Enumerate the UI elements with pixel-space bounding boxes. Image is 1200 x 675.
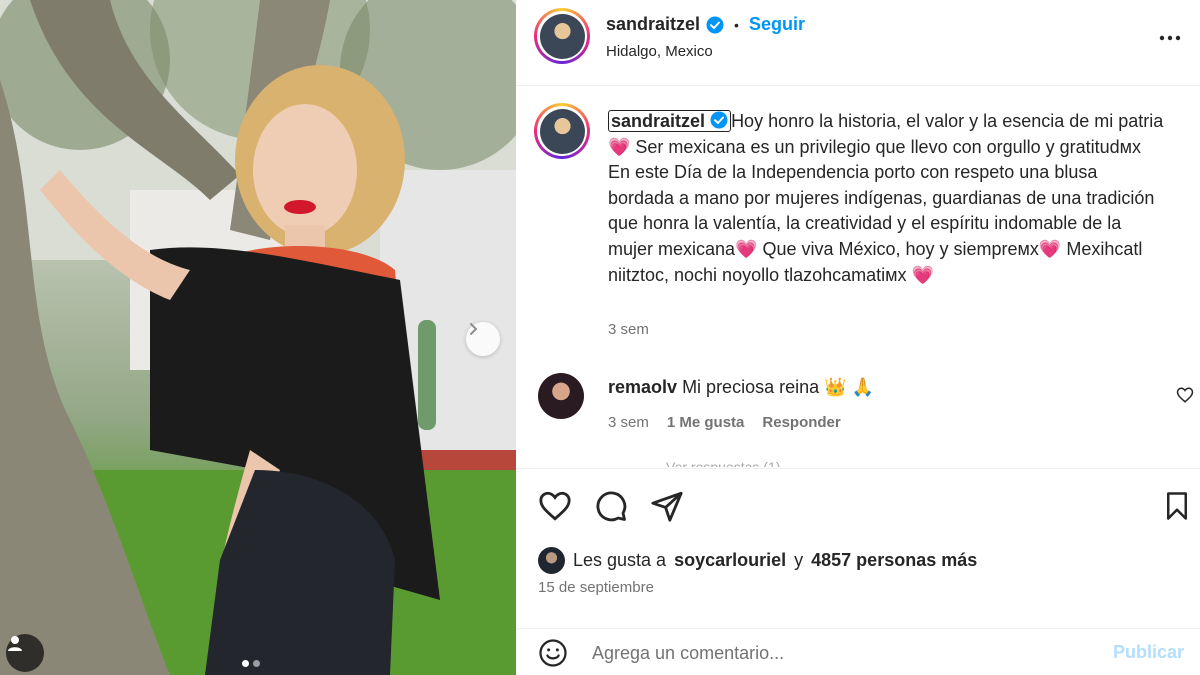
carousel-dot	[253, 660, 260, 667]
likes-prefix: Les gusta a	[573, 550, 667, 570]
post-sidebar: sandraitzel • Seguir Hidalgo, Mexico san…	[516, 0, 1200, 675]
comment-bubble-icon[interactable]	[594, 489, 628, 523]
caption-timestamp[interactable]: 3 sem	[608, 321, 649, 338]
carousel-indicator	[242, 660, 260, 667]
liker-username[interactable]: soycarlouriel	[674, 550, 786, 571]
follow-button[interactable]: Seguir	[749, 14, 805, 35]
comment-like-heart-icon[interactable]	[1176, 386, 1194, 404]
author-avatar[interactable]	[534, 8, 590, 64]
comment-input[interactable]	[592, 638, 1072, 668]
comments-section[interactable]: sandraitzel Hoy honro la historia, el va…	[516, 87, 1200, 467]
post-actions: Les gusta a soycarlouriel y 4857 persona…	[516, 468, 1200, 628]
likes-count[interactable]: 4857 personas más	[811, 550, 977, 571]
comment: remaolv Mi preciosa reina 👑 🙏	[608, 377, 874, 398]
carousel-next-button[interactable]	[466, 322, 500, 356]
caption-username[interactable]: sandraitzel	[611, 111, 705, 131]
verified-badge-icon	[710, 111, 728, 129]
avatar-photo	[539, 108, 585, 154]
liker-avatar[interactable]	[538, 547, 565, 574]
like-heart-icon[interactable]	[538, 489, 572, 523]
commenter-avatar[interactable]	[538, 373, 584, 419]
share-send-icon[interactable]	[650, 489, 684, 523]
caption-author-avatar[interactable]	[534, 103, 590, 159]
add-comment-bar: Publicar	[516, 628, 1200, 675]
post-caption: sandraitzel Hoy honro la historia, el va…	[608, 109, 1168, 288]
save-bookmark-icon[interactable]	[1162, 489, 1192, 523]
comment-timestamp[interactable]: 3 sem	[608, 414, 649, 431]
separator-dot: •	[734, 16, 739, 33]
publish-button[interactable]: Publicar	[1113, 642, 1184, 663]
carousel-dot-active	[242, 660, 249, 667]
likes-summary: Les gusta a soycarlouriel y 4857 persona…	[538, 547, 977, 574]
comment-likes[interactable]: 1 Me gusta	[667, 414, 745, 431]
post-header: sandraitzel • Seguir Hidalgo, Mexico	[516, 0, 1200, 86]
post-date[interactable]: 15 de septiembre	[538, 579, 654, 596]
emoji-icon[interactable]	[538, 638, 568, 668]
view-replies-link[interactable]: Ver respuestas (1)	[666, 459, 780, 467]
post-location[interactable]: Hidalgo, Mexico	[606, 43, 713, 60]
caption-text: Hoy honro la historia, el valor y la ese…	[608, 111, 1164, 285]
user-icon	[8, 636, 22, 651]
comment-meta: 3 sem 1 Me gusta Responder	[608, 414, 841, 431]
verified-badge-icon	[706, 16, 724, 33]
author-username[interactable]: sandraitzel	[606, 14, 700, 35]
chevron-right-icon	[470, 323, 478, 335]
post-photo-illustration	[0, 0, 516, 675]
commenter-username[interactable]: remaolv	[608, 377, 677, 397]
reply-button[interactable]: Responder	[762, 414, 840, 431]
more-options-icon[interactable]	[1158, 26, 1182, 50]
post-image[interactable]	[0, 0, 516, 675]
comment-text: Mi preciosa reina 👑 🙏	[682, 377, 874, 397]
tagged-users-button[interactable]	[6, 634, 44, 672]
avatar-photo	[539, 13, 585, 59]
likes-conjunction: y	[794, 550, 804, 570]
